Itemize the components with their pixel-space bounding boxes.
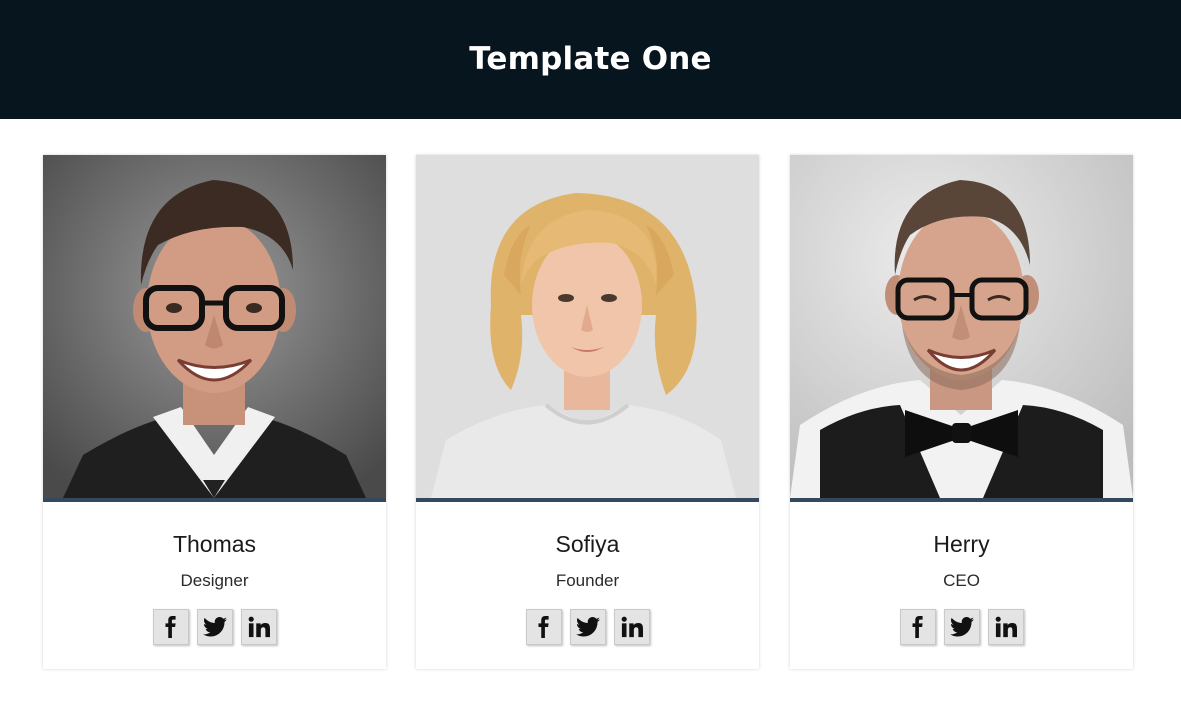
- team-card: Thomas Designer: [43, 155, 386, 669]
- facebook-link-button[interactable]: [899, 609, 936, 645]
- photo-accent-bar: [43, 498, 386, 502]
- facebook-icon: [165, 616, 176, 638]
- linkedin-link-button[interactable]: [240, 609, 277, 645]
- member-role: CEO: [943, 571, 980, 590]
- linkedin-link-button[interactable]: [987, 609, 1024, 645]
- facebook-icon: [538, 616, 549, 638]
- twitter-link-button[interactable]: [569, 609, 606, 645]
- member-role: Founder: [555, 571, 620, 590]
- profile-photo: [416, 155, 759, 498]
- profile-photo: [43, 155, 386, 498]
- linkedin-icon: [621, 616, 643, 638]
- page-title: Template One: [469, 40, 712, 77]
- linkedin-icon: [995, 616, 1017, 638]
- social-links: [43, 609, 386, 645]
- linkedin-icon: [248, 616, 270, 638]
- page-header: Template One: [0, 0, 1181, 119]
- facebook-link-button[interactable]: [152, 609, 189, 645]
- team-card: Sofiya Founder: [416, 155, 759, 669]
- twitter-icon: [949, 617, 974, 637]
- facebook-icon: [912, 616, 923, 638]
- twitter-link-button[interactable]: [943, 609, 980, 645]
- member-name: Sofiya: [555, 531, 620, 557]
- facebook-link-button[interactable]: [525, 609, 562, 645]
- member-name: Herry: [933, 531, 990, 557]
- photo-accent-bar: [416, 498, 759, 502]
- twitter-icon: [575, 617, 600, 637]
- member-name: Thomas: [172, 531, 257, 557]
- photo-accent-bar: [790, 498, 1133, 502]
- linkedin-link-button[interactable]: [613, 609, 650, 645]
- social-links: [790, 609, 1133, 645]
- social-links: [416, 609, 759, 645]
- twitter-link-button[interactable]: [196, 609, 233, 645]
- member-role: Designer: [180, 571, 249, 590]
- profile-photo: [790, 155, 1133, 498]
- twitter-icon: [202, 617, 227, 637]
- team-card: Herry CEO: [790, 155, 1133, 669]
